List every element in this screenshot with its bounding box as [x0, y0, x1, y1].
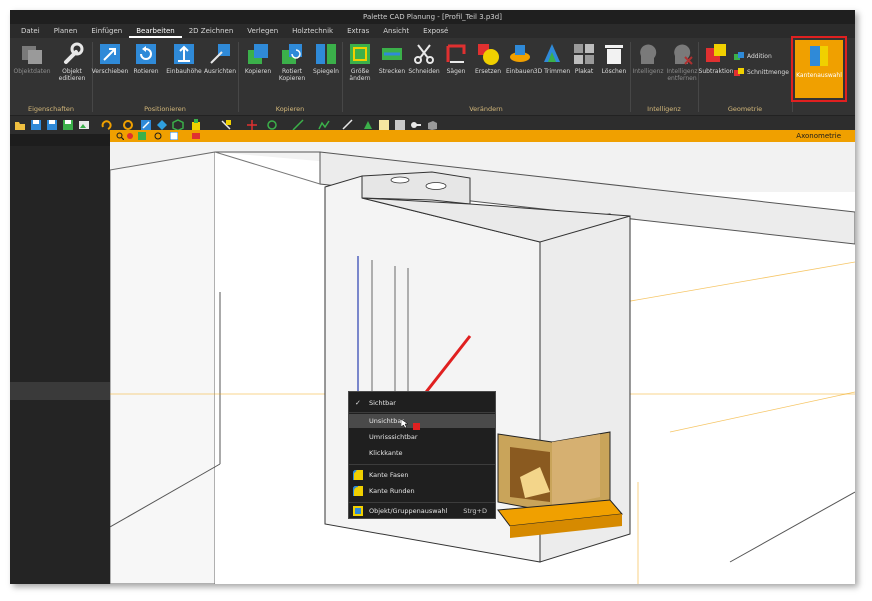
zoom-icon[interactable] [116, 132, 124, 140]
menu-einfuegen[interactable]: Einfügen [84, 24, 129, 38]
rotate-copy-icon [280, 42, 304, 66]
rotate-icon [134, 42, 158, 66]
mirror-icon [314, 42, 338, 66]
menu-ansicht[interactable]: Ansicht [376, 24, 416, 38]
menu-expose[interactable]: Exposé [416, 24, 455, 38]
menu-item-sichtbar[interactable]: ✓ Sichtbar [349, 396, 495, 410]
edge-badge-icon [413, 423, 420, 430]
stretch-icon [380, 42, 404, 66]
rotieren-button[interactable]: Rotieren [126, 40, 166, 96]
view-name: Axonometrie [796, 132, 841, 140]
shortcut-label: Strg+D [463, 507, 487, 515]
trim-3d-icon [540, 42, 564, 66]
menu-item-klickkante[interactable]: Klickkante [349, 446, 495, 460]
menu-2d-zeichnen[interactable]: 2D Zeichnen [182, 24, 241, 38]
save-all-icon[interactable] [62, 119, 74, 131]
mouse-cursor-icon [401, 419, 409, 429]
menu-divider [349, 464, 495, 465]
addition-button[interactable]: Addition [734, 52, 794, 62]
save-icon[interactable] [30, 119, 42, 131]
einbauhoehe-button[interactable]: Einbauhöhe [164, 40, 204, 96]
intersect-icon [734, 68, 744, 76]
copy-icon [246, 42, 270, 66]
menu-item-umrisssichtbar[interactable]: Umrisssichtbar [349, 430, 495, 444]
context-menu: ✓ Sichtbar Unsichtbar Umrisssichtbar Kli… [348, 391, 496, 519]
replace-icon [476, 42, 500, 66]
left-panel-header [10, 134, 110, 146]
render-icon[interactable] [192, 132, 200, 140]
poster-icon [572, 42, 596, 66]
ausrichten-button[interactable]: Ausrichten [200, 40, 240, 96]
height-icon [172, 42, 196, 66]
left-wall [110, 151, 216, 584]
checkmark-icon: ✓ [355, 399, 361, 407]
zoom-extents-icon[interactable] [126, 132, 134, 140]
subtraktion-button[interactable]: Subtraktion [696, 40, 736, 96]
left-panel [10, 134, 110, 584]
menu-bearbeiten[interactable]: Bearbeiten [129, 24, 182, 38]
group-select-icon [353, 506, 363, 516]
head-icon [636, 42, 660, 66]
pan-icon[interactable] [154, 132, 162, 140]
application-window: Palette CAD Planung - [Profil_Teil 3.p3d… [10, 10, 855, 584]
view-box-icon[interactable] [138, 132, 146, 140]
scissors-icon [412, 42, 436, 66]
objektdaten-icon [20, 42, 44, 66]
menu-planen[interactable]: Planen [47, 24, 85, 38]
ribbon: Objektdaten Objekt editieren Verschieben… [10, 36, 855, 116]
menu-item-objekt-gruppenauswahl[interactable]: Objekt/Gruppenauswahl Strg+D [349, 504, 495, 518]
menu-item-kante-fasen[interactable]: Kante Fasen [349, 468, 495, 482]
group-kopieren: Kopieren [275, 105, 305, 113]
left-panel-selected-row[interactable] [10, 382, 110, 400]
save-as-icon[interactable] [46, 119, 58, 131]
resize-icon [348, 42, 372, 66]
addition-icon [734, 52, 744, 60]
folder-open-icon[interactable] [14, 119, 26, 131]
group-eigenschaften: Eigenschaften [27, 105, 75, 113]
chamfer-icon [353, 470, 363, 480]
menu-bar: Datei Planen Einfügen Bearbeiten 2D Zeic… [10, 24, 855, 38]
title-bar: Palette CAD Planung - [Profil_Teil 3.p3d… [10, 10, 855, 24]
wrench-icon [60, 42, 84, 66]
align-icon [208, 42, 232, 66]
menu-item-unsichtbar[interactable]: Unsichtbar [349, 414, 495, 430]
menu-item-kante-runden[interactable]: Kante Runden [349, 484, 495, 498]
menu-verlegen[interactable]: Verlegen [240, 24, 285, 38]
menu-divider [349, 502, 495, 503]
menu-holztechnik[interactable]: Holztechnik [285, 24, 340, 38]
objekt-editieren-button[interactable]: Objekt editieren [52, 40, 92, 96]
install-icon [508, 42, 532, 66]
view-header: Axonometrie [110, 130, 855, 142]
move-icon [98, 42, 122, 66]
head-remove-icon [670, 42, 694, 66]
verschieben-button[interactable]: Verschieben [90, 40, 130, 96]
kantenauswahl-button[interactable]: Kantenauswahl [795, 40, 843, 98]
saw-icon [444, 42, 468, 66]
group-veraendern: Verändern [469, 105, 503, 113]
group-geometrie: Geometrie [727, 105, 763, 113]
edge-select-icon [810, 46, 828, 66]
view-active-icon[interactable] [170, 132, 178, 140]
subtract-icon [704, 42, 728, 66]
trash-icon [602, 42, 626, 66]
menu-divider [349, 412, 495, 413]
group-positionieren: Positionieren [144, 105, 186, 113]
menu-datei[interactable]: Datei [14, 24, 47, 38]
objektdaten-button[interactable]: Objektdaten [12, 40, 52, 96]
group-intelligenz: Intelligenz [647, 105, 681, 113]
fillet-icon [353, 486, 363, 496]
menu-extras[interactable]: Extras [340, 24, 376, 38]
image-icon[interactable] [78, 119, 90, 131]
